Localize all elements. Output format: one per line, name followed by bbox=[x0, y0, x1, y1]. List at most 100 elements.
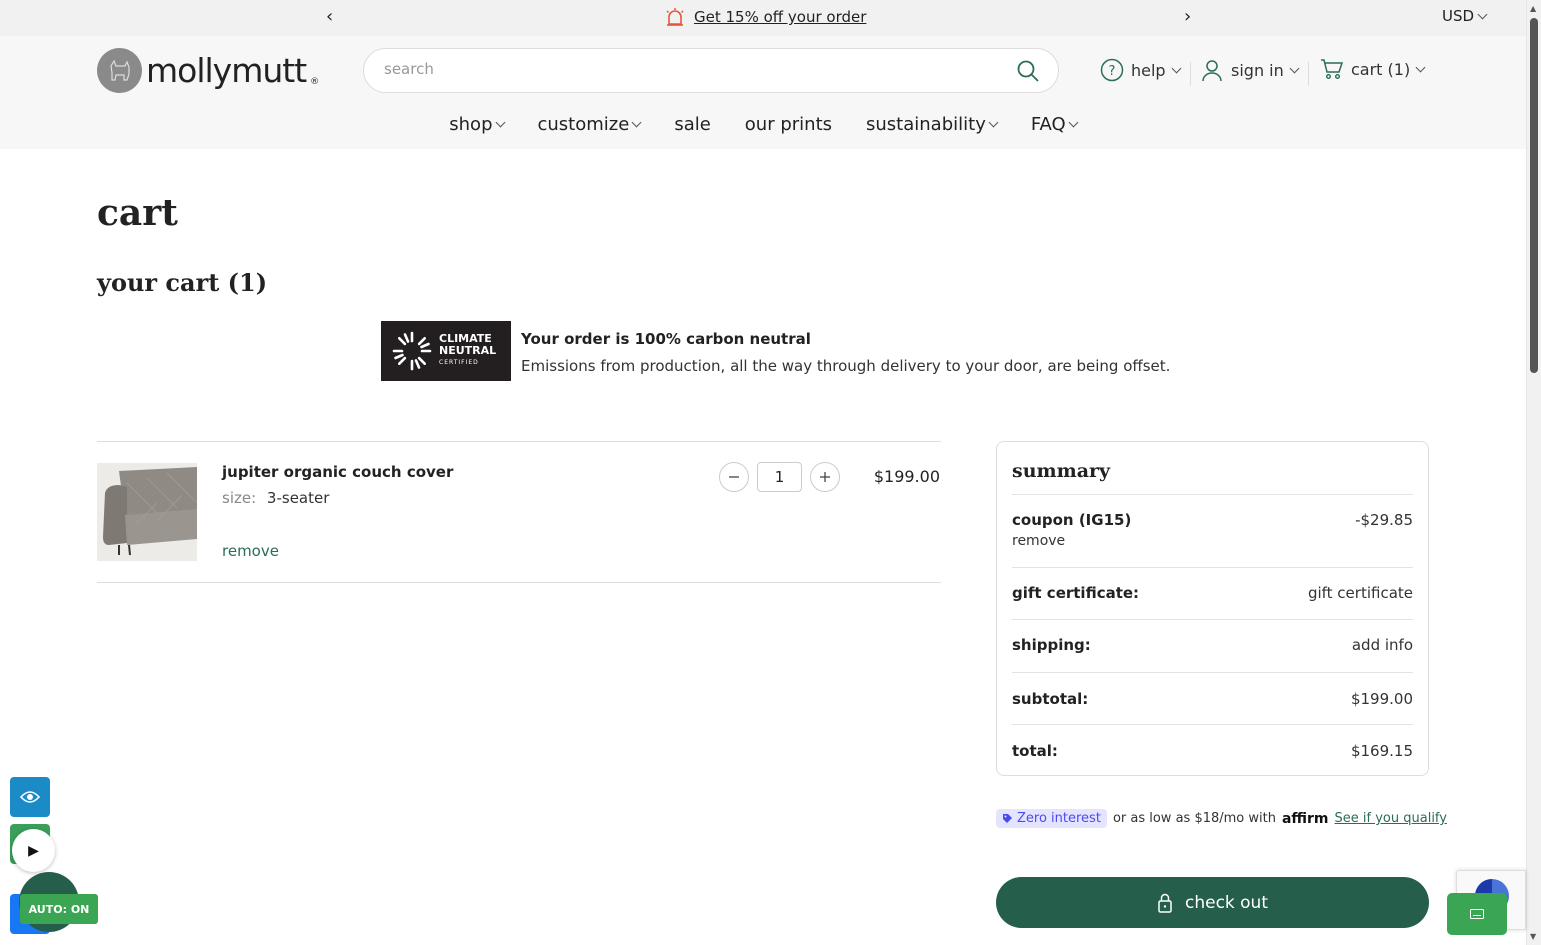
cart-icon bbox=[1321, 59, 1344, 80]
keyboard-icon bbox=[1470, 909, 1484, 919]
summary-title: summary bbox=[1012, 460, 1111, 482]
line-item-price: $199.00 bbox=[873, 467, 940, 486]
gift-certificate-link[interactable]: gift certificate bbox=[1308, 584, 1413, 602]
quantity-increase-button[interactable] bbox=[810, 462, 840, 492]
climate-description: Emissions from production, all the way t… bbox=[521, 357, 1171, 375]
lock-icon bbox=[1158, 893, 1172, 913]
logo-dog-icon bbox=[97, 48, 142, 93]
nav-label: sale bbox=[674, 114, 711, 135]
promo-link[interactable]: Get 15% off your order bbox=[694, 8, 866, 26]
logo-registered: ® bbox=[310, 77, 320, 87]
nav-item-sustainability[interactable]: sustainability bbox=[866, 114, 999, 135]
divider bbox=[97, 582, 941, 583]
summary-row-coupon: coupon (IG15) -$29.85 remove bbox=[1012, 494, 1413, 567]
svg-text:?: ? bbox=[1109, 64, 1116, 79]
chevron-down-icon bbox=[495, 117, 505, 128]
chevron-down-icon bbox=[631, 117, 642, 128]
nav-item-shop[interactable]: shop bbox=[449, 114, 505, 135]
affirm-logo: affirm bbox=[1281, 810, 1329, 827]
page-scrollbar[interactable]: ▲ ▼ bbox=[1526, 0, 1541, 945]
eye-icon bbox=[20, 791, 40, 803]
badge-line-2: NEUTRAL bbox=[439, 344, 497, 357]
coupon-label: coupon (IG15) bbox=[1012, 511, 1132, 529]
zero-interest-pill: Zero interest bbox=[996, 809, 1107, 828]
site-header: mollymutt ® ? help sign in cart (1) bbox=[0, 36, 1526, 149]
cart-menu[interactable]: cart (1) bbox=[1320, 58, 1426, 80]
divider bbox=[97, 441, 941, 442]
product-name[interactable]: jupiter organic couch cover bbox=[222, 463, 453, 481]
quantity-decrease-button[interactable] bbox=[719, 462, 749, 492]
minus-icon bbox=[729, 476, 739, 478]
subtotal-value: $199.00 bbox=[1350, 690, 1413, 708]
keyboard-widget-button[interactable] bbox=[1447, 893, 1507, 935]
nav-item-customize[interactable]: customize bbox=[538, 114, 642, 135]
chevron-down-icon bbox=[988, 117, 999, 128]
nav-label: our prints bbox=[744, 114, 833, 135]
siren-icon bbox=[666, 8, 684, 26]
quantity-input[interactable] bbox=[757, 462, 802, 492]
main-nav: shop customize sale our prints sustainab… bbox=[0, 114, 1526, 135]
search-bar[interactable] bbox=[363, 48, 1059, 93]
remove-item-link[interactable]: remove bbox=[222, 542, 279, 560]
checkout-button[interactable]: check out bbox=[996, 877, 1429, 928]
chevron-down-icon bbox=[1477, 9, 1488, 19]
cart-label: cart (1) bbox=[1351, 59, 1411, 79]
divider bbox=[1190, 62, 1191, 86]
nav-item-faq[interactable]: FAQ bbox=[1030, 114, 1079, 135]
accessibility-widget-button[interactable] bbox=[10, 777, 50, 817]
help-menu[interactable]: ? help bbox=[1100, 58, 1182, 82]
scroll-down-icon[interactable]: ▼ bbox=[1530, 932, 1536, 941]
summary-row-gift: gift certificate: gift certificate bbox=[1012, 567, 1413, 619]
currency-selector[interactable]: USD bbox=[1442, 7, 1488, 25]
auto-toggle-badge[interactable]: AUTO: ON bbox=[20, 894, 98, 924]
chevron-down-icon bbox=[1415, 62, 1426, 72]
site-logo[interactable]: mollymutt ® bbox=[97, 48, 319, 93]
product-thumbnail[interactable] bbox=[97, 463, 197, 561]
nav-item-sale[interactable]: sale bbox=[674, 114, 710, 135]
gift-label: gift certificate: bbox=[1012, 584, 1140, 602]
coupon-remove-link[interactable]: remove bbox=[1012, 533, 1065, 549]
divider bbox=[1308, 62, 1309, 86]
shipping-add-info-link[interactable]: add info bbox=[1352, 636, 1413, 654]
chevron-down-icon bbox=[1171, 63, 1182, 73]
promo-prev-arrow-icon[interactable]: ‹ bbox=[326, 6, 333, 27]
promo-next-arrow-icon[interactable]: › bbox=[1184, 6, 1191, 27]
size-value: 3-seater bbox=[266, 489, 330, 507]
coupon-value: -$29.85 bbox=[1355, 511, 1413, 529]
search-icon[interactable] bbox=[1016, 59, 1040, 83]
size-label: size: bbox=[222, 489, 257, 507]
search-input[interactable] bbox=[384, 60, 1004, 78]
summary-row-shipping: shipping: add info bbox=[1012, 619, 1413, 672]
play-button[interactable]: ▶ bbox=[12, 829, 55, 872]
total-label: total: bbox=[1012, 742, 1058, 760]
climate-title: Your order is 100% carbon neutral bbox=[521, 330, 811, 348]
nav-item-our-prints[interactable]: our prints bbox=[745, 114, 832, 135]
chevron-down-icon bbox=[1289, 63, 1300, 73]
play-icon: ▶ bbox=[28, 842, 39, 859]
nav-label: sustainability bbox=[866, 114, 986, 135]
currency-label: USD bbox=[1442, 7, 1475, 25]
shipping-label: shipping: bbox=[1012, 636, 1091, 654]
tag-icon bbox=[1003, 814, 1012, 823]
summary-row-subtotal: subtotal: $199.00 bbox=[1012, 672, 1413, 724]
user-icon bbox=[1202, 60, 1222, 82]
total-value: $169.15 bbox=[1350, 742, 1413, 760]
help-label: help bbox=[1131, 60, 1166, 80]
sunburst-icon bbox=[392, 331, 432, 371]
subtotal-label: subtotal: bbox=[1012, 690, 1089, 708]
chevron-down-icon bbox=[1068, 117, 1079, 128]
scroll-up-icon[interactable]: ▲ bbox=[1530, 4, 1536, 13]
sign-in-menu[interactable]: sign in bbox=[1200, 58, 1300, 82]
climate-neutral-badge: CLIMATE NEUTRAL CERTIFIED bbox=[381, 321, 511, 381]
badge-line-3: CERTIFIED bbox=[439, 359, 479, 366]
nav-label: FAQ bbox=[1030, 114, 1066, 135]
promo-bar: ‹ Get 15% off your order › USD bbox=[0, 0, 1526, 36]
sign-in-label: sign in bbox=[1231, 60, 1284, 80]
nav-label: shop bbox=[449, 114, 493, 135]
affirm-qualify-link[interactable]: See if you qualify bbox=[1335, 811, 1447, 826]
scrollbar-thumb[interactable] bbox=[1530, 18, 1538, 373]
page-title: cart bbox=[97, 192, 178, 234]
affirm-promo: Zero interest or as low as $18/mo with a… bbox=[996, 809, 1447, 828]
order-summary: summary coupon (IG15) -$29.85 remove gif… bbox=[996, 441, 1429, 776]
affirm-text: or as low as $18/mo with bbox=[1112, 811, 1276, 826]
